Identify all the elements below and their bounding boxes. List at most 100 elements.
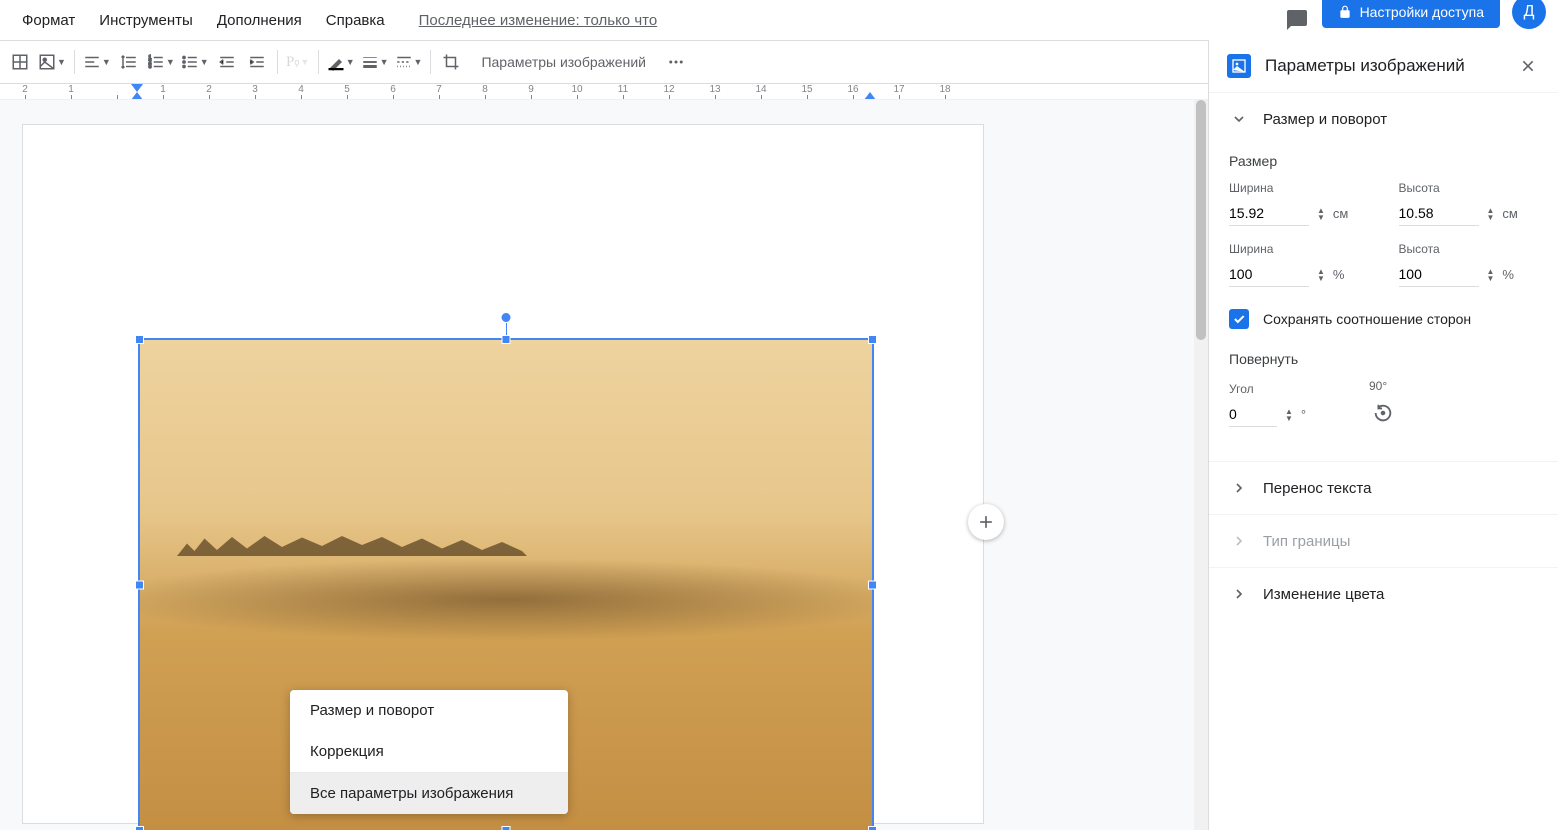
ctx-correction[interactable]: Коррекция — [290, 731, 568, 772]
width-pct-input[interactable] — [1229, 262, 1309, 287]
angle-input[interactable] — [1229, 402, 1277, 427]
bulleted-list-icon[interactable]: ▼ — [179, 48, 211, 76]
angle-stepper[interactable]: ▲▼ — [1285, 408, 1293, 422]
resize-handle-w[interactable] — [135, 581, 144, 590]
section-color-header[interactable]: Изменение цвета — [1229, 568, 1538, 620]
width-label: Ширина — [1229, 181, 1369, 195]
height-cm-input[interactable] — [1399, 201, 1479, 226]
separator — [430, 50, 431, 74]
height-pct-stepper[interactable]: ▲▼ — [1487, 268, 1495, 282]
ruler-mark: 11 — [600, 84, 646, 99]
chevron-right-icon — [1229, 478, 1249, 498]
scrollbar-thumb[interactable] — [1196, 100, 1206, 340]
sidebar-header: Параметры изображений — [1209, 40, 1558, 92]
vertical-scrollbar[interactable] — [1194, 100, 1208, 830]
width-pct-stepper[interactable]: ▲▼ — [1317, 268, 1325, 282]
ruler-mark: 8 — [462, 84, 508, 99]
menu-bar: Формат Инструменты Дополнения Справка По… — [0, 0, 1558, 40]
svg-text:3: 3 — [148, 64, 151, 70]
section-color-title: Изменение цвета — [1263, 586, 1384, 603]
ruler-mark: 13 — [692, 84, 738, 99]
height-cm-stepper[interactable]: ▲▼ — [1487, 207, 1495, 221]
section-size-title: Размер и поворот — [1263, 111, 1387, 128]
angle-label: Угол — [1229, 382, 1339, 396]
clear-format-icon[interactable]: Рϙ▼ — [284, 48, 312, 76]
width-cm-stepper[interactable]: ▲▼ — [1317, 207, 1325, 221]
crop-icon[interactable] — [437, 48, 465, 76]
increase-indent-icon[interactable] — [243, 48, 271, 76]
separator — [318, 50, 319, 74]
border-weight-icon[interactable]: ▼ — [359, 48, 391, 76]
ruler-mark: 3 — [232, 84, 278, 99]
ruler-right-indent[interactable] — [864, 92, 876, 100]
ruler-first-line-indent[interactable] — [131, 84, 143, 92]
unit-cm: см — [1502, 206, 1517, 221]
close-icon[interactable] — [1516, 54, 1540, 78]
section-border-type: Тип границы — [1209, 514, 1558, 567]
section-wrap-header[interactable]: Перенос текста — [1229, 462, 1538, 514]
border-style-icon[interactable]: ▼ — [393, 48, 425, 76]
insert-image-icon[interactable]: ▼ — [36, 48, 68, 76]
ruler-mark: 18 — [922, 84, 968, 99]
section-wrap-title: Перенос текста — [1263, 480, 1371, 497]
section-border-title: Тип границы — [1263, 533, 1350, 550]
border-color-icon[interactable]: ▼ — [325, 48, 357, 76]
height-pct-input[interactable] — [1399, 262, 1479, 287]
size-heading: Размер — [1229, 153, 1538, 169]
plus-icon — [976, 512, 996, 532]
ruler-mark: 10 — [554, 84, 600, 99]
image-icon — [1227, 54, 1251, 78]
ctx-all-params[interactable]: Все параметры изображения — [290, 773, 568, 814]
ruler-mark: 1 — [48, 84, 94, 99]
ruler-mark: 4 — [278, 84, 324, 99]
menu-addons[interactable]: Дополнения — [207, 6, 312, 35]
ruler-mark: 17 — [876, 84, 922, 99]
rotation-handle[interactable] — [501, 312, 512, 323]
insert-table-icon[interactable] — [6, 48, 34, 76]
resize-handle-n[interactable] — [502, 335, 511, 344]
width-pct-label: Ширина — [1229, 242, 1369, 256]
ruler-mark: 12 — [646, 84, 692, 99]
unit-cm: см — [1333, 206, 1348, 221]
section-border-header[interactable]: Тип границы — [1229, 515, 1538, 567]
menu-help[interactable]: Справка — [316, 6, 395, 35]
lock-ratio-label: Сохранять соотношение сторон — [1263, 311, 1471, 327]
share-button-label: Настройки доступа — [1360, 4, 1484, 20]
rotate-heading: Повернуть — [1229, 351, 1538, 367]
ruler-mark: 14 — [738, 84, 784, 99]
ruler-mark: 6 — [370, 84, 416, 99]
resize-handle-ne[interactable] — [868, 335, 877, 344]
add-comment-fab[interactable] — [968, 504, 1004, 540]
height-pct-label: Высота — [1399, 242, 1539, 256]
menu-format[interactable]: Формат — [12, 6, 85, 35]
resize-handle-sw[interactable] — [135, 826, 144, 830]
width-cm-input[interactable] — [1229, 201, 1309, 226]
separator — [74, 50, 75, 74]
menu-tools[interactable]: Инструменты — [89, 6, 203, 35]
resize-handle-nw[interactable] — [135, 335, 144, 344]
ruler-mark: 7 — [416, 84, 462, 99]
share-button[interactable]: Настройки доступа — [1322, 0, 1500, 28]
angle-unit: ° — [1301, 407, 1306, 422]
align-icon[interactable]: ▼ — [81, 48, 113, 76]
chevron-down-icon — [1229, 109, 1249, 129]
image-options-button[interactable]: Параметры изображений — [467, 47, 660, 77]
resize-handle-e[interactable] — [868, 581, 877, 590]
rotate-90-button[interactable] — [1369, 399, 1397, 427]
numbered-list-icon[interactable]: 123▼ — [145, 48, 177, 76]
section-size-header[interactable]: Размер и поворот — [1229, 93, 1538, 145]
lock-ratio-checkbox[interactable] — [1229, 309, 1249, 329]
lock-icon — [1338, 5, 1352, 19]
comments-icon[interactable] — [1284, 7, 1310, 33]
line-spacing-icon[interactable] — [115, 48, 143, 76]
more-icon[interactable] — [662, 48, 690, 76]
last-edit-link[interactable]: Последнее изменение: только что — [419, 12, 658, 29]
resize-handle-se[interactable] — [868, 826, 877, 830]
ctx-size-rotation[interactable]: Размер и поворот — [290, 690, 568, 731]
document-canvas[interactable]: Размер и поворот Коррекция Все параметры… — [0, 100, 1208, 830]
height-label: Высота — [1399, 181, 1539, 195]
decrease-indent-icon[interactable] — [213, 48, 241, 76]
resize-handle-s[interactable] — [502, 826, 511, 830]
ruler-left-indent[interactable] — [131, 92, 143, 100]
avatar[interactable]: Д — [1512, 0, 1546, 29]
